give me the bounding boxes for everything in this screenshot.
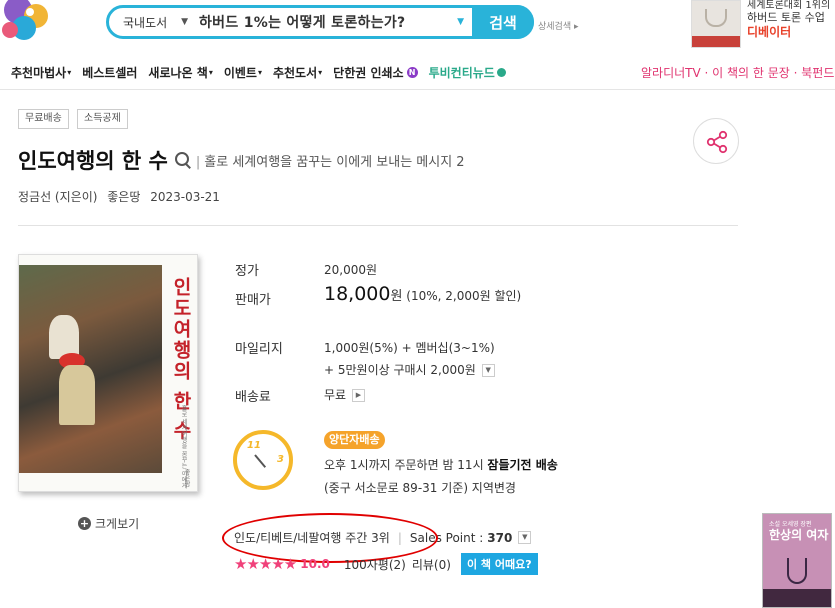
delivery-line1-bold: 잠들기전 배송 — [487, 458, 558, 472]
cover-figure — [59, 365, 95, 425]
zoom-button[interactable]: + 크게보기 — [78, 515, 139, 532]
nav-right-links[interactable]: 알라디너TV · 이 책의 한 문장 · 북펀드 — [641, 61, 834, 83]
nav-item-bestseller[interactable]: 베스트셀러 — [82, 64, 137, 81]
promo-line3: 디베이터 — [747, 25, 792, 39]
sale-price-value: 18,000 — [324, 283, 391, 305]
new-badge: N — [406, 66, 418, 78]
caret-icon: ▾ — [318, 67, 323, 77]
book-subtitle-wrap: | 홀로 세계여행을 꿈꾸는 이에게 보내는 메시지 2 — [196, 151, 465, 170]
author-link[interactable]: 정금선 (지은이) — [18, 190, 97, 204]
aladin-logo[interactable] — [0, 0, 60, 44]
search-bar: 국내도서 ▼ 하버드 1%는 어떻게 토론하는가? ▼ 검색 — [106, 5, 534, 39]
nav-item-recommended[interactable]: 추천도서 ▾ — [273, 64, 322, 81]
nav-label: 단한권 인쇄소 — [333, 65, 404, 80]
caret-icon: ▾ — [208, 67, 213, 77]
title-separator: | — [195, 154, 201, 170]
sale-price-label: 판매가 — [235, 293, 271, 308]
tag-free-shipping: 무료배송 — [18, 109, 69, 129]
shipping-value: 무료 — [324, 388, 347, 402]
side-ad-title: 한상의 여자 — [769, 528, 829, 542]
mileage-line2: + 5만원이상 구매시 2,000원 — [324, 363, 476, 377]
promo-book-image[interactable] — [691, 0, 741, 48]
side-ad-book[interactable]: 소설 오세영 장편 한상의 여자 — [762, 513, 832, 608]
main-nav: 추천마법사 ▾ 베스트셀러 새로나온 책 ▾ 이벤트 ▾ 추천도서 ▾ 단한권 인쇄소 N… — [0, 61, 835, 83]
promo-text[interactable]: 세계토론대회 1위의 하버드 토론 수업 디베이터 — [747, 0, 830, 38]
caret-icon: ▾ — [67, 67, 72, 77]
book-subtitle: 홀로 세계여행을 꿈꾸는 이에게 보내는 메시지 2 — [204, 154, 465, 170]
publisher-link[interactable]: 좋은땅 — [107, 190, 140, 204]
sale-price-row: 18,000원 (10%, 2,000원 할인) — [324, 283, 521, 305]
search-dropdown-icon[interactable]: ▼ — [457, 17, 464, 27]
chevron-down-icon[interactable]: ▼ — [518, 531, 532, 544]
book-cover[interactable]: 인도여행의 한 수 홀로 세계여행을 꿈꾸는 이에게 좋은땅 — [18, 254, 198, 492]
nav-item-to-be-continued[interactable]: 투비컨티뉴드 — [429, 64, 506, 81]
nav-label: 추천마법사 — [11, 65, 67, 80]
detail-search-label: 상세검색 — [538, 22, 572, 32]
delivery-line1-text: 오후 1시까지 주문하면 밤 11시 — [324, 458, 488, 472]
short-review-link[interactable]: 100자평(2) — [344, 556, 406, 573]
wine-glass-graphic — [787, 558, 807, 584]
rating-row: ★★★★★ 10.0 100자평(2) 리뷰(0) 이 책 어때요? — [234, 553, 538, 575]
nav-divider — [0, 89, 835, 90]
search-icon[interactable] — [174, 151, 192, 169]
clock-icon: 11 3 — [233, 430, 293, 490]
nav-label: 새로나온 책 — [148, 65, 208, 80]
author-line: 정금선 (지은이) 좋은땅 2023-03-21 — [18, 188, 226, 205]
shipping-row: 무료 ▶ — [324, 386, 365, 403]
nav-item-events[interactable]: 이벤트 ▾ — [224, 64, 262, 81]
cover-publisher: 좋은땅 — [183, 469, 190, 487]
cup-graphic — [705, 9, 727, 27]
share-button[interactable] — [693, 118, 739, 164]
book-title-row: 인도여행의 한 수 | 홀로 세계여행을 꿈꾸는 이에게 보내는 메시지 2 — [18, 145, 465, 175]
plus-circle-icon: + — [78, 517, 91, 530]
search-button[interactable]: 검색 — [472, 5, 534, 39]
nav-item-new-books[interactable]: 새로나온 책 ▾ — [148, 64, 212, 81]
delivery-line1: 오후 1시까지 주문하면 밤 11시 잠들기전 배송 — [324, 456, 558, 473]
chevron-down-icon: ▼ — [181, 17, 189, 27]
nav-label: 베스트셀러 — [82, 65, 138, 80]
search-category-label: 국내도서 — [123, 15, 168, 30]
chevron-down-icon[interactable]: ▼ — [481, 364, 495, 377]
chevron-right-icon[interactable]: ▶ — [351, 389, 365, 402]
rating-score: 10.0 — [300, 557, 330, 571]
list-price-label: 정가 — [235, 264, 259, 279]
zoom-label: 크게보기 — [95, 517, 140, 531]
delivery-line2[interactable]: (중구 서소문로 89-31 기준) 지역변경 — [324, 479, 516, 496]
clock-number-11: 11 — [247, 440, 261, 451]
how-about-book-button[interactable]: 이 책 어때요? — [460, 553, 538, 575]
sale-price-unit: 원 — [390, 289, 403, 304]
mileage-line1: 1,000원(5%) + 멤버십(3~1%) — [324, 341, 495, 355]
caret-icon: ▾ — [257, 67, 262, 77]
search-category-select[interactable]: 국내도서 ▼ — [109, 14, 199, 31]
side-ad-subtitle: 소설 오세영 장편 — [769, 521, 812, 528]
sale-discount: (10%, 2,000원 할인) — [406, 289, 522, 303]
star-rating-icon: ★★★★★ — [234, 555, 297, 573]
section-divider — [18, 225, 738, 226]
delivery-badge: 양단자배송 — [324, 431, 385, 449]
nav-item-print-shop[interactable]: 단한권 인쇄소 N — [333, 64, 418, 81]
side-ad-band — [763, 589, 831, 607]
search-input[interactable]: 하버드 1%는 어떻게 토론하는가? — [199, 12, 457, 32]
mileage-line2-row: + 5만원이상 구매시 2,000원 ▼ — [324, 361, 495, 378]
promo-band — [692, 36, 740, 47]
share-icon — [706, 130, 728, 154]
detail-search-link[interactable]: 상세검색 ▸ — [538, 19, 579, 32]
clock-number-3: 3 — [277, 454, 284, 465]
nav-item-recommend-wizard[interactable]: 추천마법사 ▾ — [11, 64, 71, 81]
promo-line2: 하버드 토론 수업 — [747, 11, 825, 24]
sales-point-value: 370 — [487, 530, 513, 545]
nav-label: 추천도서 — [272, 65, 318, 80]
book-title: 인도여행의 한 수 — [18, 149, 168, 173]
nav-label: 투비컨티뉴드 — [428, 65, 495, 80]
review-link[interactable]: 리뷰(0) — [412, 556, 451, 573]
shipping-label: 배송료 — [235, 390, 271, 405]
more-dot-icon — [496, 67, 506, 77]
nav-label: 이벤트 — [223, 65, 257, 80]
clock-ring — [233, 430, 293, 490]
list-price-value: 20,000원 — [324, 263, 378, 277]
publish-date: 2023-03-21 — [150, 190, 220, 204]
tag-tax-deduction: 소득공제 — [77, 109, 128, 129]
mileage-label: 마일리지 — [235, 342, 283, 357]
